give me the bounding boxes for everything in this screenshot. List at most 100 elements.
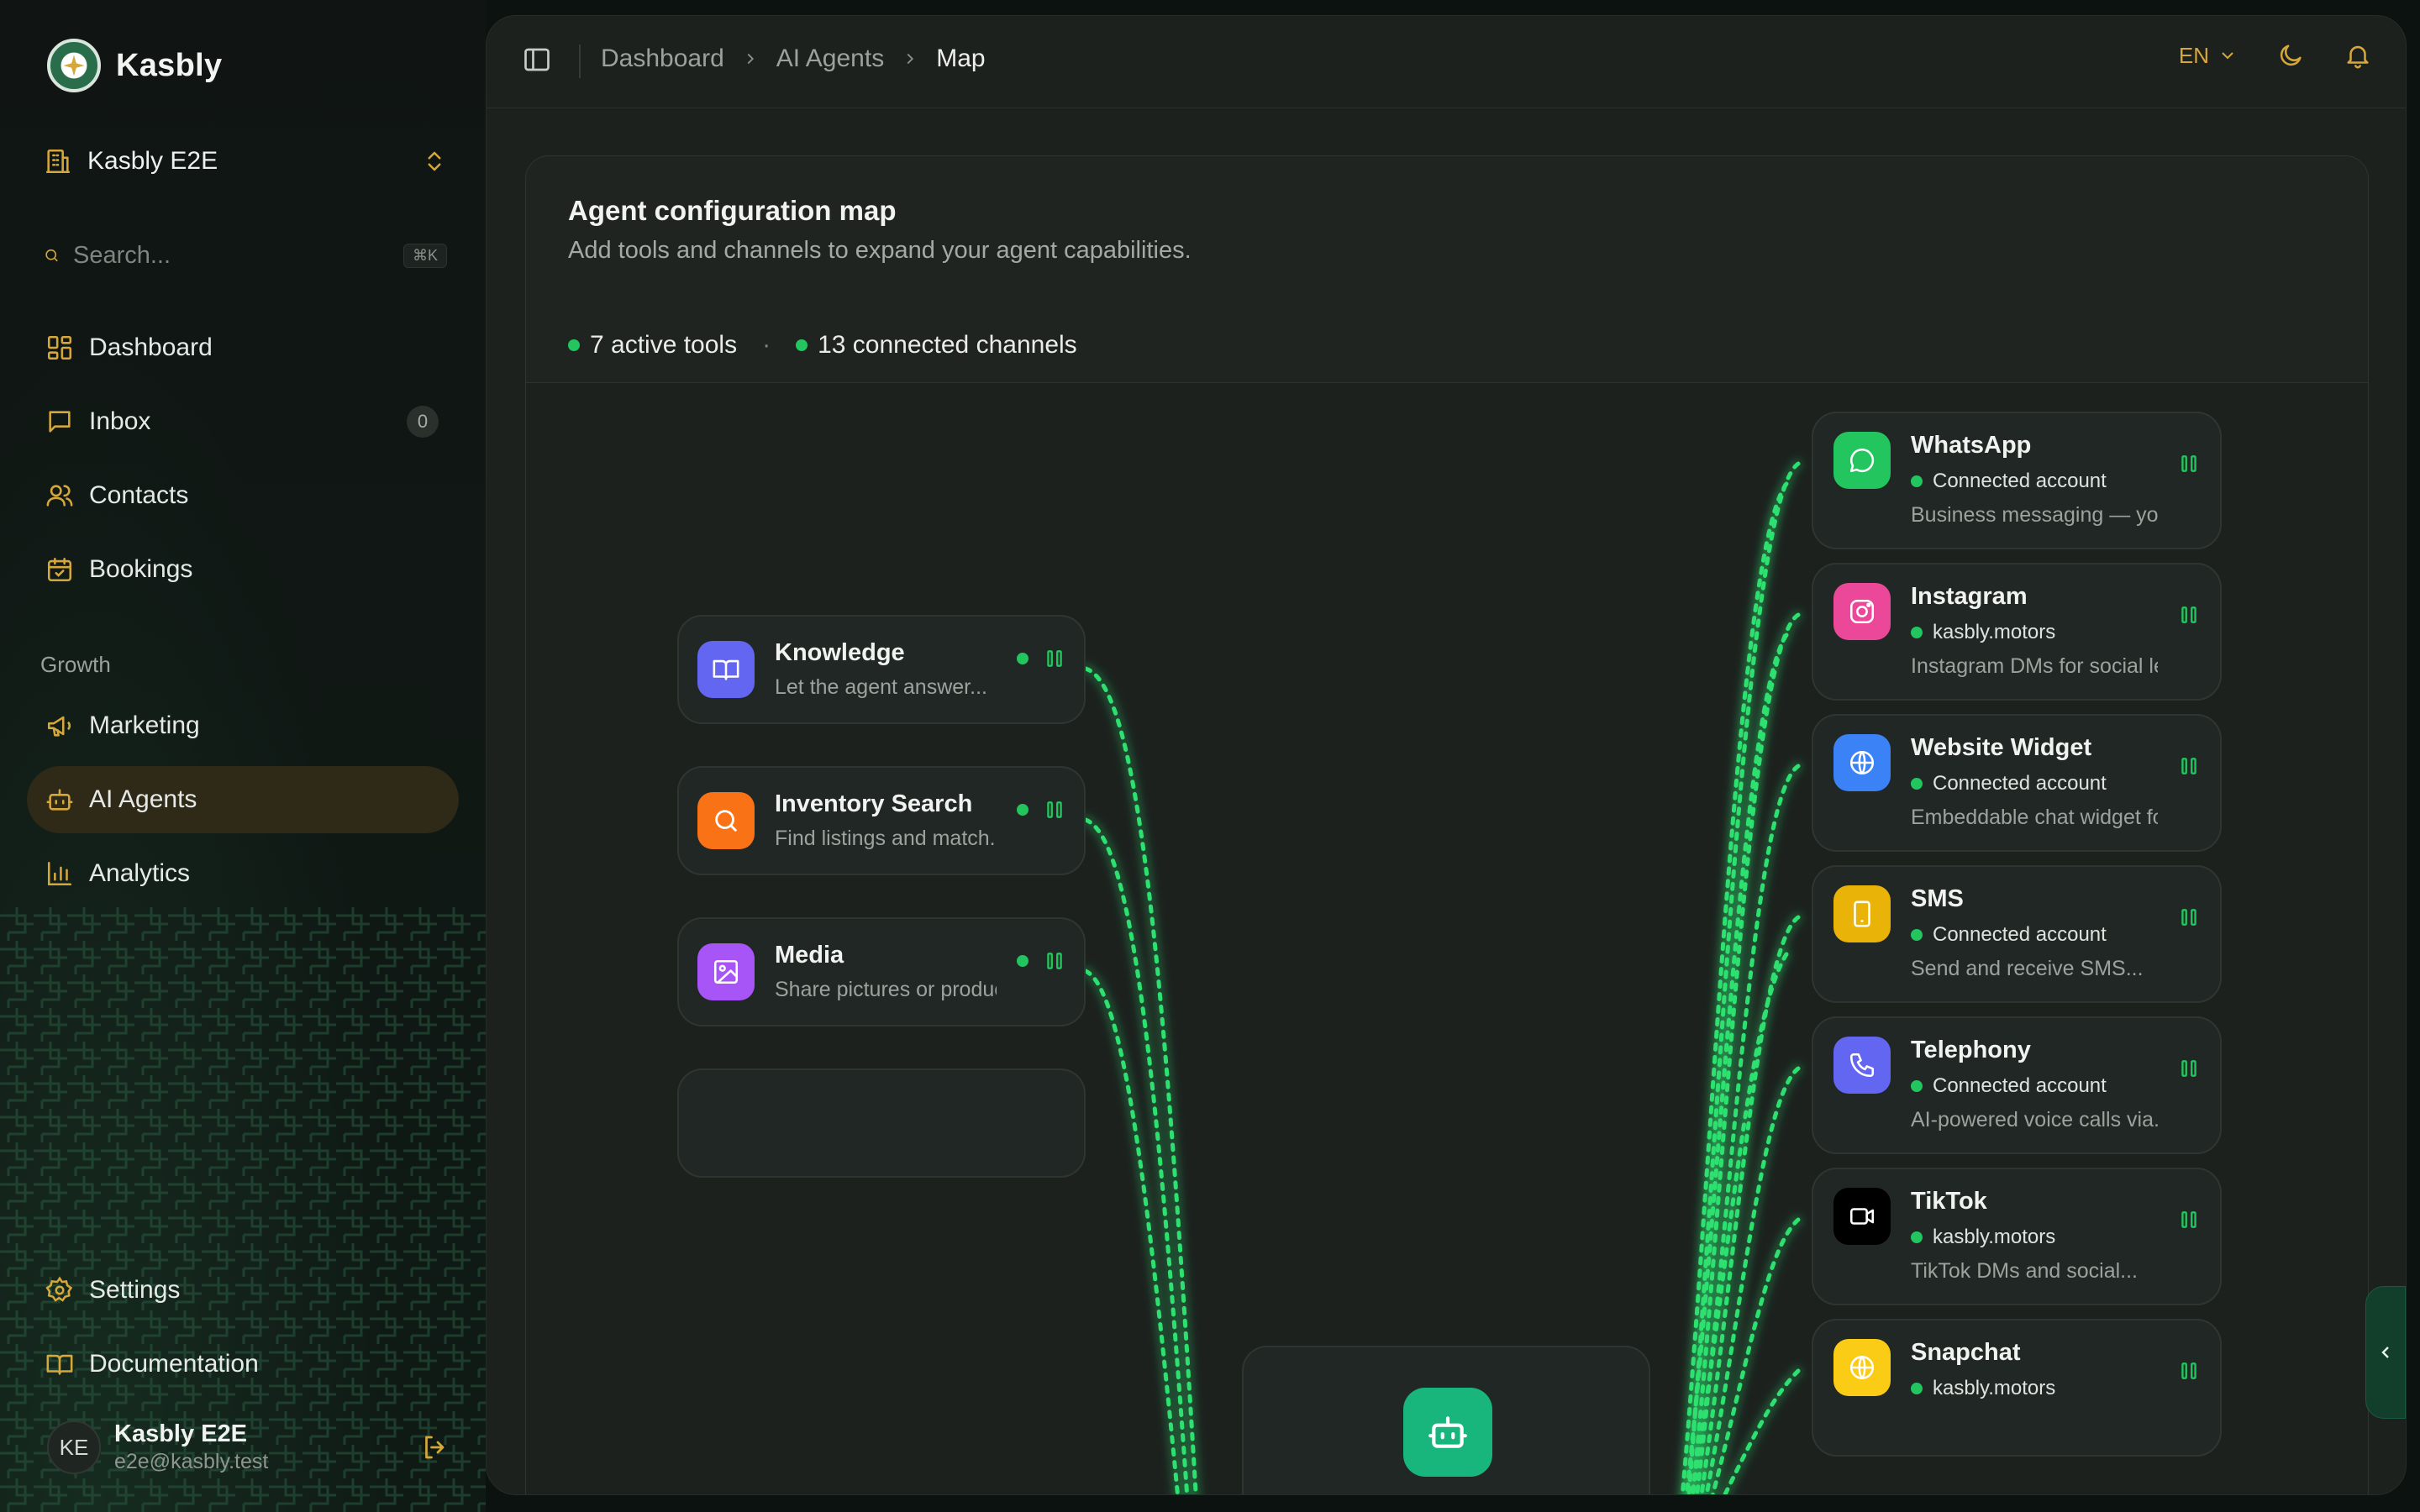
- bell-icon[interactable]: [2344, 41, 2372, 70]
- channel-title: TikTok: [1911, 1188, 1987, 1215]
- workspace-switcher[interactable]: Kasbly E2E: [44, 138, 447, 185]
- card-title: Agent configuration map: [568, 195, 897, 226]
- pause-icon[interactable]: [2178, 754, 2200, 778]
- user-email: e2e@kasbly.test: [114, 1450, 269, 1473]
- tool-node-knowledge[interactable]: Knowledge Let the agent answer...: [677, 615, 1086, 724]
- breadcrumb-ai-agents[interactable]: AI Agents: [776, 45, 884, 73]
- agent-node[interactable]: [1242, 1346, 1650, 1494]
- topbar-divider: [579, 45, 581, 78]
- pause-icon[interactable]: [2178, 1208, 2200, 1231]
- channel-node-tiktok[interactable]: TikTok kasbly.motors TikTok DMs and soci…: [1812, 1168, 2222, 1305]
- breadcrumb-current: Map: [936, 45, 986, 72]
- map-stats: 7 active tools · 13 connected channels: [568, 331, 1077, 360]
- channel-description: Business messaging — your...: [1911, 503, 2158, 527]
- bot-icon: [1403, 1388, 1492, 1477]
- channel-account: Connected account: [1933, 470, 2107, 492]
- pause-icon[interactable]: [2178, 1359, 2200, 1383]
- tool-description: Find listings and match...: [775, 827, 997, 850]
- nav-label: Documentation: [89, 1350, 259, 1378]
- pause-icon[interactable]: [1044, 798, 1065, 822]
- nav-item-settings[interactable]: Settings: [27, 1257, 459, 1324]
- tool-node-inventory-search[interactable]: Inventory Search Find listings and match…: [677, 766, 1086, 875]
- breadcrumb: Dashboard AI Agents Map: [601, 45, 986, 73]
- building-icon: [45, 149, 71, 174]
- sidebar-toggle-icon[interactable]: [522, 45, 552, 75]
- channel-title: Website Widget: [1911, 734, 2092, 761]
- panel-collapse-tab[interactable]: [2365, 1286, 2406, 1419]
- search-icon: [45, 249, 58, 262]
- map-canvas[interactable]: Knowledge Let the agent answer... Invent…: [526, 383, 2368, 1494]
- search-shortcut: ⌘K: [402, 243, 447, 268]
- nav-item-inbox[interactable]: Inbox 0: [27, 388, 459, 455]
- pause-icon[interactable]: [2178, 1057, 2200, 1080]
- card-subtitle: Add tools and channels to expand your ag…: [568, 237, 1192, 264]
- channel-node-snapchat[interactable]: Snapchat kasbly.motors: [1812, 1319, 2222, 1457]
- chevron-up-down-icon: [428, 151, 441, 171]
- pause-icon[interactable]: [1044, 949, 1065, 973]
- video-icon: [1833, 1188, 1891, 1245]
- gear-icon: [45, 1276, 73, 1302]
- status-dot: [1911, 627, 1923, 638]
- nav-label: Inbox: [89, 407, 151, 435]
- megaphone-icon: [47, 716, 71, 737]
- moon-icon[interactable]: [2276, 41, 2305, 70]
- status-dot: [1017, 955, 1028, 967]
- nav-label: Bookings: [89, 555, 193, 583]
- nav-item-documentation[interactable]: Documentation: [27, 1331, 459, 1398]
- pause-icon[interactable]: [2178, 603, 2200, 627]
- pause-icon[interactable]: [1044, 647, 1065, 670]
- nav-item-contacts[interactable]: Contacts: [27, 462, 459, 529]
- active-tools-label: 7 active tools: [590, 331, 738, 359]
- language-selector[interactable]: EN: [2179, 43, 2238, 69]
- status-dot: [1911, 1231, 1923, 1243]
- brand-name: Kasbly: [116, 47, 223, 83]
- connected-channels-label: 13 connected channels: [818, 331, 1077, 359]
- search-icon: [697, 792, 755, 849]
- status-dot: [1911, 1080, 1923, 1092]
- channel-account: Connected account: [1933, 772, 2107, 795]
- channel-description: TikTok DMs and social...: [1911, 1259, 2138, 1283]
- chevron-right-icon: [747, 53, 754, 65]
- nav-label: Settings: [89, 1276, 181, 1304]
- search-bar[interactable]: ⌘K: [44, 235, 447, 276]
- channel-title: WhatsApp: [1911, 432, 2032, 459]
- channel-node-whatsapp[interactable]: WhatsApp Connected account Business mess…: [1812, 412, 2222, 549]
- nav-item-ai-agents[interactable]: AI Agents: [27, 766, 459, 833]
- agent-map-card: Agent configuration map Add tools and ch…: [525, 155, 2369, 1494]
- connected-channels-stat: 13 connected channels: [796, 331, 1077, 360]
- chat-icon: [1833, 432, 1891, 489]
- language-label: EN: [2178, 42, 2209, 68]
- pause-icon[interactable]: [2178, 906, 2200, 929]
- nav-item-analytics[interactable]: Analytics: [27, 840, 459, 907]
- footer-nav: Settings Documentation: [27, 1257, 459, 1404]
- breadcrumb-dashboard[interactable]: Dashboard: [601, 45, 724, 73]
- channel-description: Instagram DMs for social lea...: [1911, 654, 2158, 678]
- pause-icon[interactable]: [2178, 452, 2200, 475]
- channel-account: kasbly.motors: [1933, 621, 2056, 643]
- instagram-icon: [1833, 583, 1891, 640]
- channel-title: SMS: [1911, 885, 1964, 912]
- user-profile[interactable]: KE Kasbly E2E e2e@kasbly.test: [47, 1416, 450, 1478]
- stat-separator: ·: [762, 331, 771, 359]
- nav-item-marketing[interactable]: Marketing: [27, 692, 459, 759]
- channel-node-instagram[interactable]: Instagram kasbly.motors Instagram DMs fo…: [1812, 563, 2222, 701]
- channel-node-telephony[interactable]: Telephony Connected account AI-powered v…: [1812, 1016, 2222, 1154]
- brand[interactable]: Kasbly: [47, 39, 222, 92]
- channel-node-website-widget[interactable]: Website Widget Connected account Embedda…: [1812, 714, 2222, 852]
- calendar-check-icon: [47, 557, 72, 582]
- channel-description: Embeddable chat widget for...: [1911, 806, 2158, 829]
- nav-item-dashboard[interactable]: Dashboard: [27, 314, 459, 381]
- logout-icon[interactable]: [420, 1432, 450, 1462]
- growth-nav: Marketing AI Agents Analytics: [27, 692, 459, 914]
- book-icon: [697, 641, 755, 698]
- tool-node-partial[interactable]: [677, 1068, 1086, 1178]
- avatar: KE: [47, 1420, 101, 1474]
- brand-logo: [47, 39, 101, 92]
- active-tools-stat: 7 active tools: [568, 331, 737, 360]
- channel-node-sms[interactable]: SMS Connected account Send and receive S…: [1812, 865, 2222, 1003]
- topbar: Dashboard AI Agents Map EN: [487, 16, 2406, 108]
- search-input[interactable]: [72, 241, 390, 270]
- globe-icon: [1833, 1339, 1891, 1396]
- tool-node-media[interactable]: Media Share pictures or product...: [677, 917, 1086, 1026]
- nav-item-bookings[interactable]: Bookings: [27, 536, 459, 603]
